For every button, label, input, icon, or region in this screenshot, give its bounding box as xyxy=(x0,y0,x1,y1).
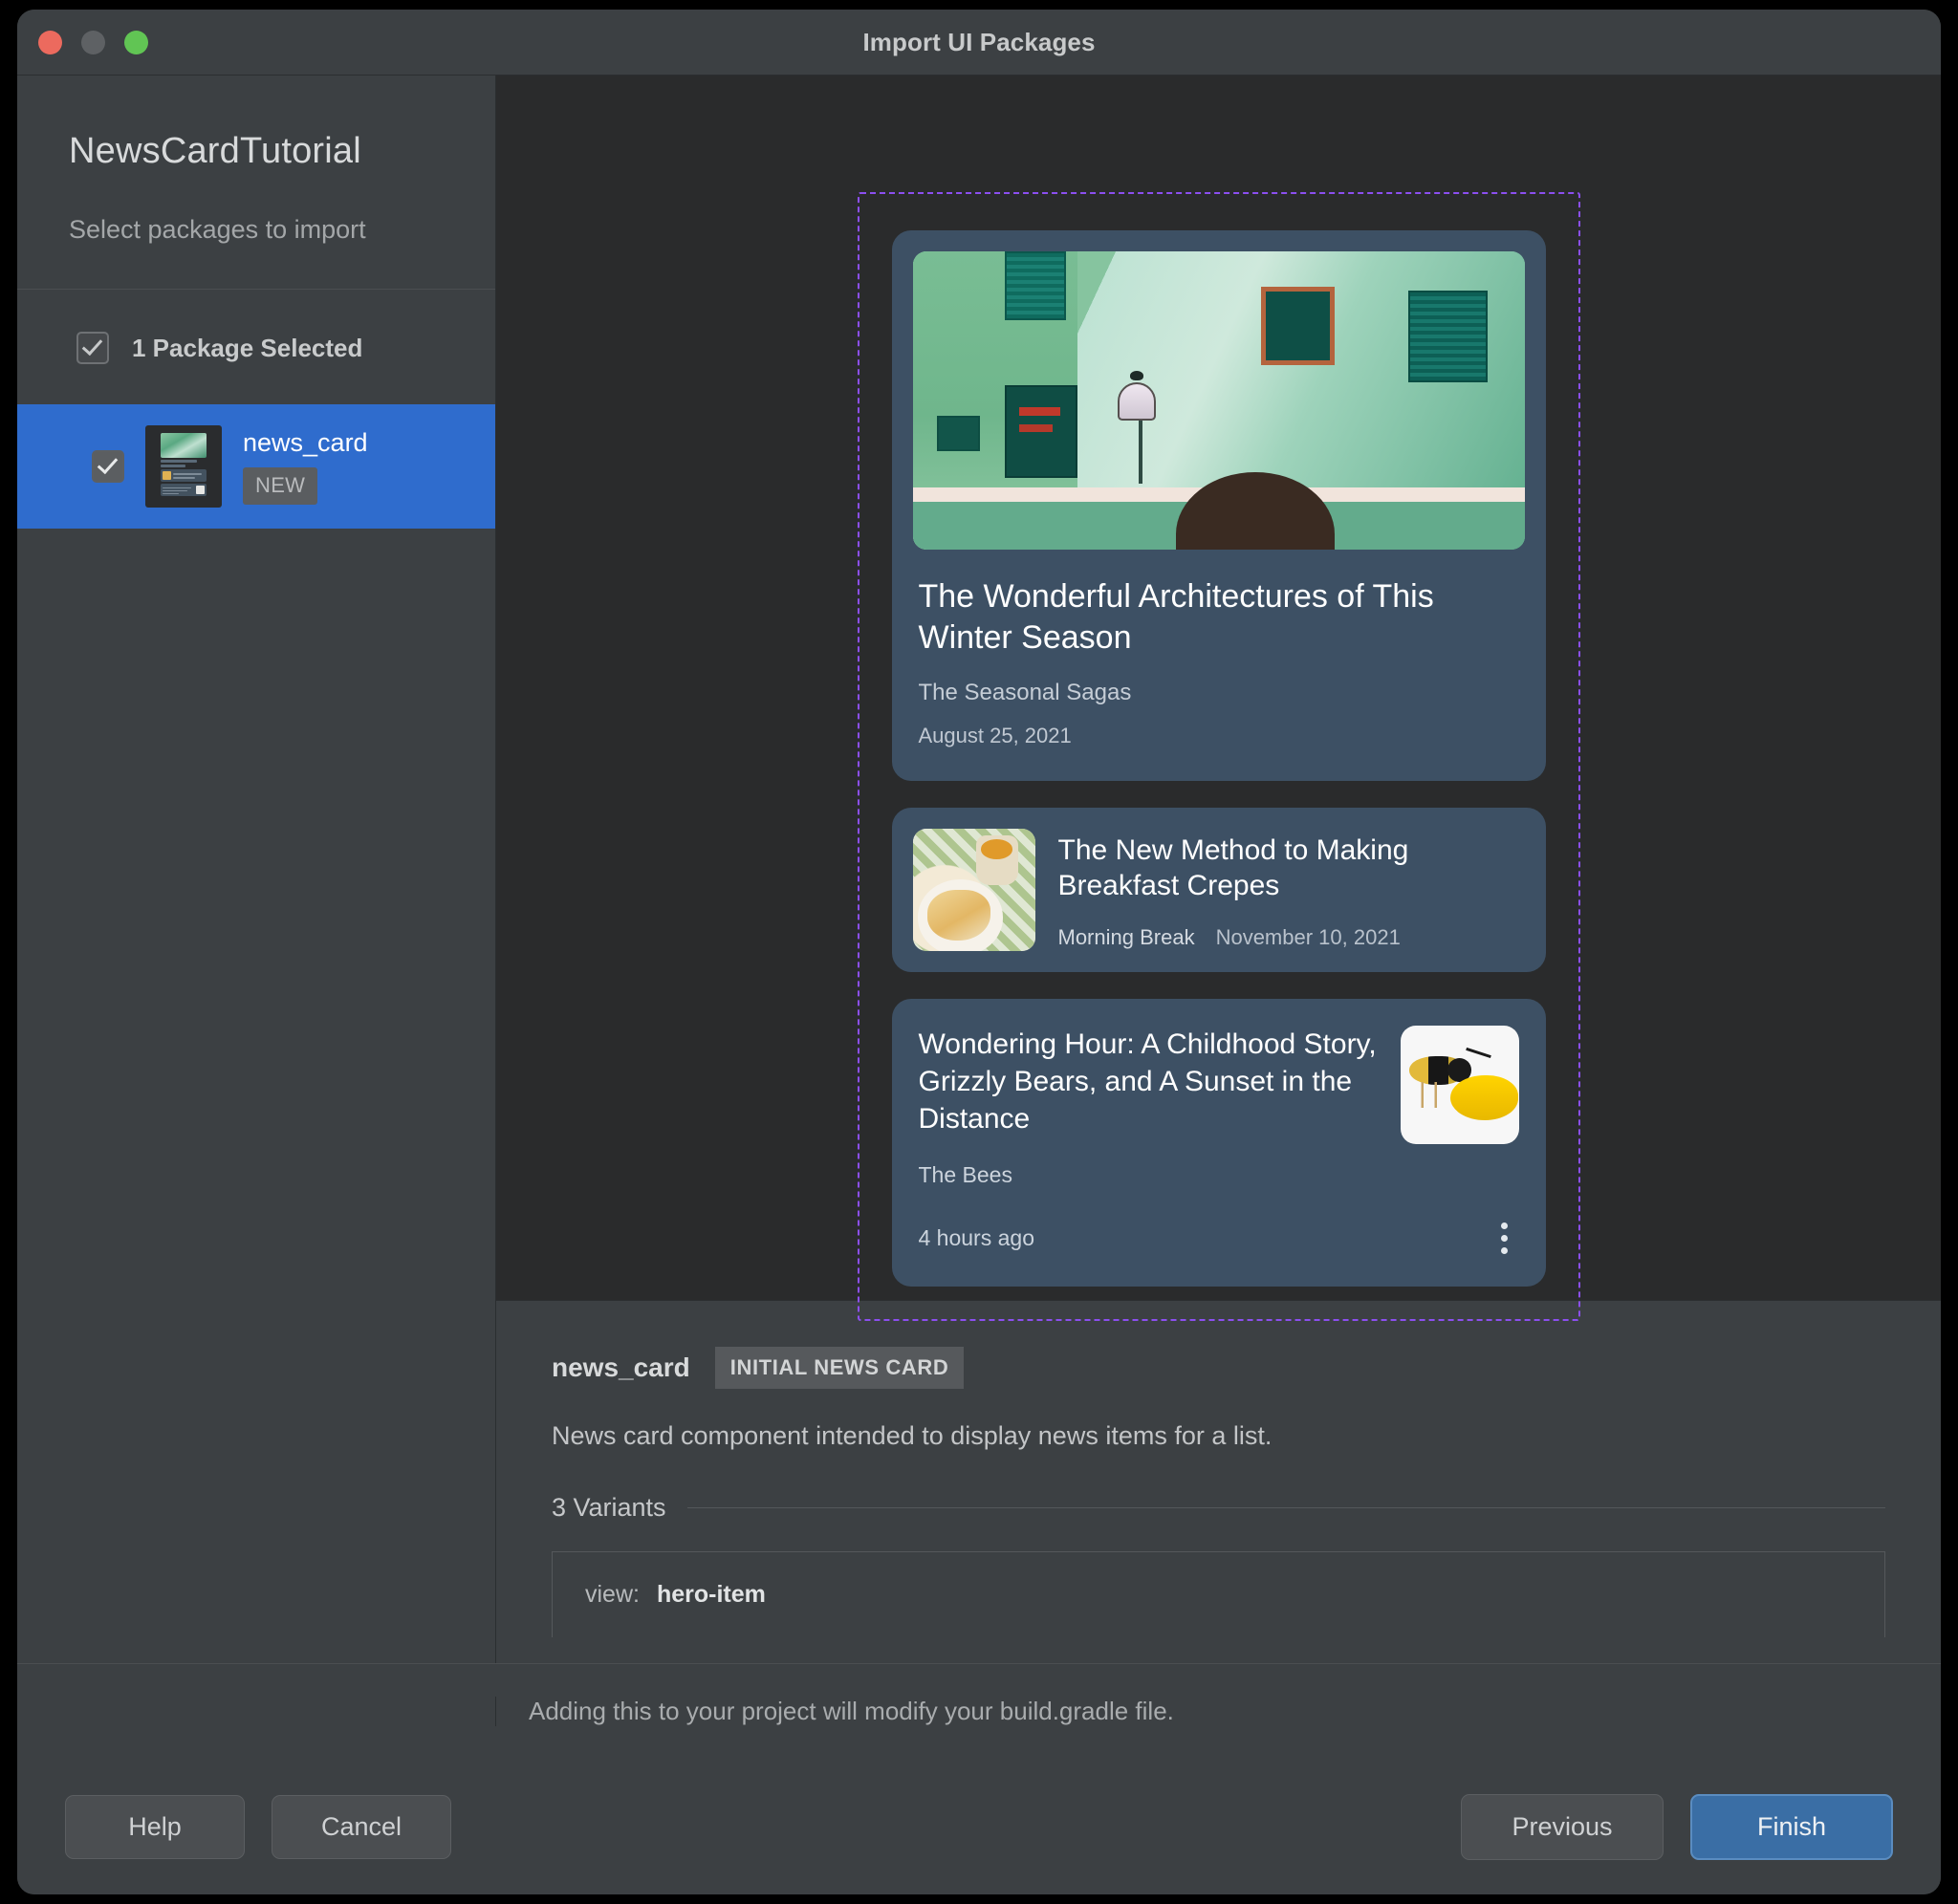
list-card-body: The New Method to Making Breakfast Crepe… xyxy=(1058,829,1525,951)
window-controls xyxy=(38,10,148,75)
list-card-thumbnail xyxy=(912,828,1035,951)
finish-button[interactable]: Finish xyxy=(1690,1793,1893,1860)
details-package-tag: INITIAL NEWS CARD xyxy=(714,1347,965,1389)
package-checkbox[interactable] xyxy=(92,450,124,483)
sidebar-header: NewsCardTutorial Select packages to impo… xyxy=(17,76,495,290)
select-all-label: 1 Package Selected xyxy=(132,333,363,362)
gradle-modification-note: Adding this to your project will modify … xyxy=(529,1697,1174,1725)
detail-card-top: Wondering Hour: A Childhood Story, Grizz… xyxy=(919,1025,1519,1188)
footer-right-buttons: Previous Finish xyxy=(1461,1793,1893,1860)
hero-image xyxy=(912,251,1525,550)
package-thumbnail-icon xyxy=(145,425,222,508)
footnote-bar: Adding this to your project will modify … xyxy=(17,1663,1941,1759)
zoom-window-button[interactable] xyxy=(124,30,148,54)
list-card-source: Morning Break xyxy=(1057,925,1195,950)
project-title: NewsCardTutorial xyxy=(69,131,361,171)
detail-card-text: Wondering Hour: A Childhood Story, Grizz… xyxy=(919,1026,1378,1188)
details-package-name: news_card xyxy=(552,1352,690,1382)
hero-card-title: The Wonderful Architectures of This Wint… xyxy=(918,578,1434,656)
list-card-meta: Morning Break November 10, 2021 xyxy=(1058,925,1525,950)
packages-sidebar: NewsCardTutorial Select packages to impo… xyxy=(17,76,496,1663)
sidebar-subtitle: Select packages to import xyxy=(69,215,366,244)
window-title: Import UI Packages xyxy=(862,27,1096,56)
news-card-preview: The Wonderful Architectures of This Wint… xyxy=(891,230,1546,1287)
help-button[interactable]: Help xyxy=(65,1794,245,1859)
package-details-panel: news_card INITIAL NEWS CARD News card co… xyxy=(496,1300,1941,1663)
hero-card-date: August 25, 2021 xyxy=(918,723,1072,747)
variant-key: view: xyxy=(585,1581,640,1608)
detail-card-time: 4 hours ago xyxy=(918,1224,1034,1250)
component-preview-area: The Wonderful Architectures of This Wint… xyxy=(496,76,1941,1321)
detail-card-source: The Bees xyxy=(918,1161,1012,1187)
more-options-icon[interactable] xyxy=(1490,1219,1519,1258)
variant-row[interactable]: view: hero-item xyxy=(552,1551,1885,1637)
import-ui-packages-window: Import UI Packages NewsCardTutorial Sele… xyxy=(17,10,1941,1894)
cancel-button[interactable]: Cancel xyxy=(272,1794,451,1859)
footer-left-buttons: Help Cancel xyxy=(65,1794,451,1859)
hero-card-source: The Seasonal Sagas xyxy=(918,679,1132,705)
details-header: news_card INITIAL NEWS CARD xyxy=(552,1347,1885,1389)
window-body: NewsCardTutorial Select packages to impo… xyxy=(17,76,1941,1663)
list-card-date: November 10, 2021 xyxy=(1215,925,1401,950)
select-all-checkbox[interactable] xyxy=(76,332,109,364)
previous-button[interactable]: Previous xyxy=(1461,1793,1664,1860)
package-list-item-news-card[interactable]: news_card NEW xyxy=(17,404,495,529)
news-card-detail-item[interactable]: Wondering Hour: A Childhood Story, Grizz… xyxy=(891,998,1546,1287)
dialog-footer: Help Cancel Previous Finish xyxy=(17,1759,1941,1894)
news-card-hero-item[interactable]: The Wonderful Architectures of This Wint… xyxy=(891,230,1546,781)
variants-header: 3 Variants xyxy=(552,1493,1885,1523)
close-window-button[interactable] xyxy=(38,30,62,54)
footnote-spacer xyxy=(17,1697,496,1726)
preview-selection-outline: The Wonderful Architectures of This Wint… xyxy=(857,192,1580,1321)
variants-divider xyxy=(686,1507,1885,1508)
news-card-list-item[interactable]: The New Method to Making Breakfast Crepe… xyxy=(891,807,1546,972)
details-description: News card component intended to display … xyxy=(552,1421,1273,1450)
detail-card-thumbnail xyxy=(1400,1025,1519,1144)
main-panel: The Wonderful Architectures of This Wint… xyxy=(496,76,1941,1663)
minimize-window-button[interactable] xyxy=(81,30,105,54)
window-titlebar: Import UI Packages xyxy=(17,10,1941,76)
variant-value: hero-item xyxy=(656,1581,766,1608)
hero-card-body: The Wonderful Architectures of This Wint… xyxy=(892,550,1546,781)
package-name: news_card xyxy=(243,427,368,457)
select-all-row[interactable]: 1 Package Selected xyxy=(17,290,495,404)
detail-card-bottom: 4 hours ago xyxy=(919,1219,1519,1258)
package-new-badge: NEW xyxy=(243,467,318,506)
variants-count-label: 3 Variants xyxy=(552,1493,666,1522)
detail-card-title: Wondering Hour: A Childhood Story, Grizz… xyxy=(918,1028,1377,1135)
list-card-title: The New Method to Making Breakfast Crepe… xyxy=(1057,833,1409,902)
